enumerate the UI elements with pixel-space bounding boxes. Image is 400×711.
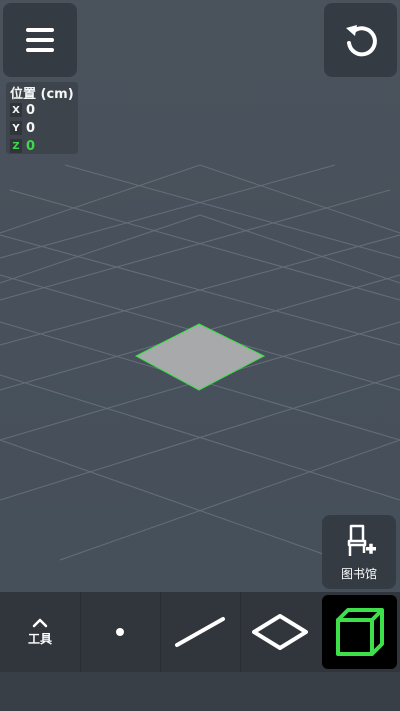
plane-icon — [252, 614, 308, 650]
line-tool-button[interactable] — [160, 592, 241, 672]
tools-button[interactable]: 工具 — [0, 592, 81, 672]
position-z-row: Z 0 — [10, 138, 35, 154]
library-button[interactable]: 图书馆 — [322, 515, 396, 589]
point-icon — [116, 628, 124, 636]
plane-tool-button[interactable] — [240, 592, 320, 672]
hamburger-icon — [26, 28, 54, 52]
cube-icon — [335, 608, 384, 656]
point-tool-button[interactable] — [80, 592, 161, 672]
axis-y-value[interactable]: 0 — [26, 121, 35, 136]
axis-x-label: X — [10, 103, 22, 117]
line-icon — [175, 617, 225, 647]
axis-z-value[interactable]: 0 — [26, 139, 35, 154]
axis-x-value[interactable]: 0 — [26, 103, 35, 118]
menu-button[interactable] — [3, 3, 77, 77]
undo-button[interactable] — [324, 3, 397, 77]
undo-icon — [345, 25, 377, 57]
axis-z-label: Z — [10, 139, 22, 153]
axis-y-label: Y — [10, 121, 22, 135]
cube-tool-button[interactable] — [322, 595, 397, 669]
library-label: 图书馆 — [340, 567, 377, 581]
position-x-row: X 0 — [10, 102, 35, 118]
chair-add-icon — [347, 524, 376, 556]
chevron-up-icon — [32, 618, 48, 627]
bottom-strip — [0, 672, 400, 711]
position-title: 位置 (cm) — [10, 87, 74, 102]
position-y-row: Y 0 — [10, 120, 35, 136]
bottom-toolbar: 工具 — [0, 592, 400, 672]
position-panel: 位置 (cm) X 0 Y 0 Z 0 — [6, 82, 78, 154]
tools-label: 工具 — [27, 631, 52, 646]
